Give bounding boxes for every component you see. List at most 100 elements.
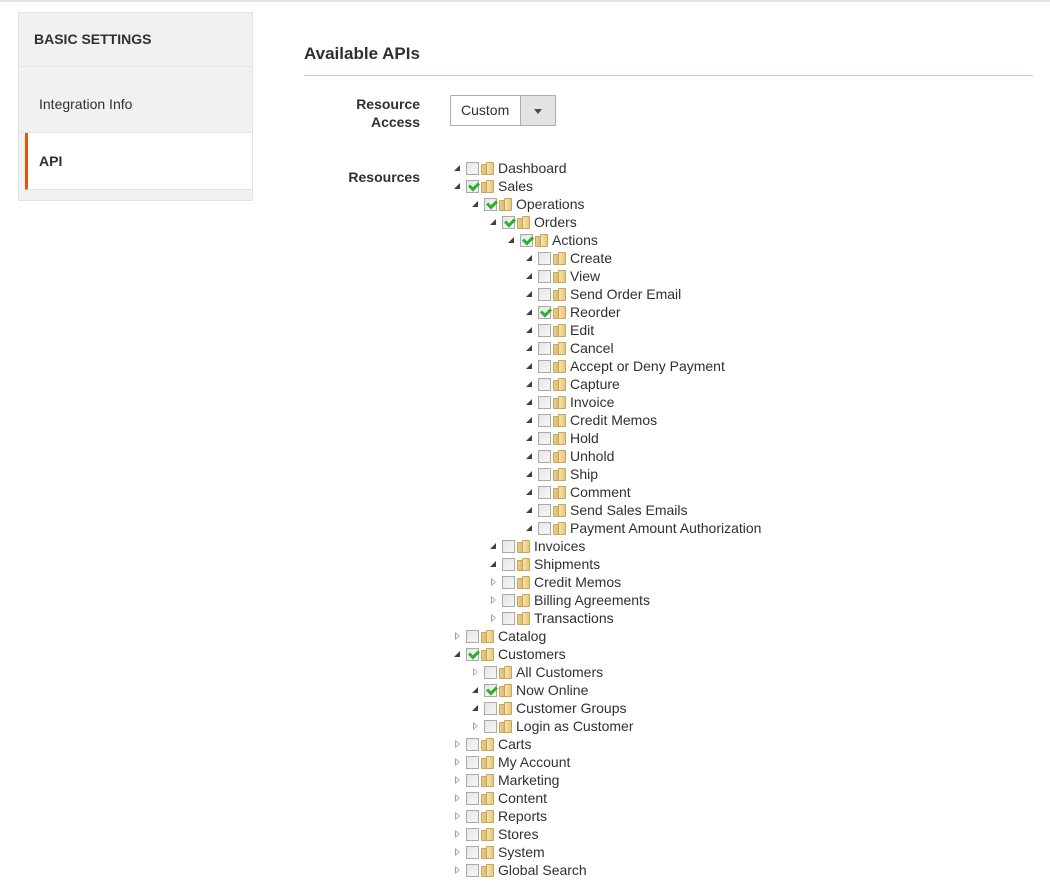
- tree-node-label[interactable]: Shipments: [534, 556, 600, 572]
- tree-node[interactable]: Sales: [453, 177, 533, 195]
- tree-node[interactable]: Ship: [525, 465, 598, 483]
- tree-node[interactable]: Billing Agreements: [489, 591, 650, 609]
- expand-arrow-icon[interactable]: [453, 793, 462, 803]
- tree-node-label[interactable]: Marketing: [498, 772, 559, 788]
- checkbox[interactable]: [502, 611, 515, 625]
- tree-node-label[interactable]: Payment Amount Authorization: [570, 520, 761, 536]
- tree-node-label[interactable]: Transactions: [534, 610, 614, 626]
- tree-node[interactable]: Credit Memos: [489, 573, 621, 591]
- tree-node[interactable]: Create: [525, 249, 612, 267]
- tree-node-label[interactable]: Now Online: [516, 682, 588, 698]
- checkbox[interactable]: [466, 755, 479, 769]
- tree-node[interactable]: Now Online: [471, 681, 588, 699]
- checkbox[interactable]: [466, 827, 479, 841]
- tree-node-label[interactable]: Send Sales Emails: [570, 502, 688, 518]
- checkbox-checked[interactable]: [538, 305, 551, 319]
- tree-node-label[interactable]: Catalog: [498, 628, 546, 644]
- expand-arrow-icon[interactable]: [453, 631, 462, 641]
- tree-node[interactable]: Edit: [525, 321, 594, 339]
- checkbox-checked[interactable]: [466, 647, 479, 661]
- expand-arrow-icon[interactable]: [489, 577, 498, 587]
- tree-node-label[interactable]: Customers: [498, 646, 566, 662]
- checkbox[interactable]: [538, 521, 551, 535]
- collapse-arrow-icon[interactable]: [525, 254, 534, 263]
- checkbox[interactable]: [466, 161, 479, 175]
- tree-node[interactable]: Invoice: [525, 393, 614, 411]
- tree-node-label[interactable]: Reorder: [570, 304, 621, 320]
- checkbox[interactable]: [538, 413, 551, 427]
- checkbox-checked[interactable]: [484, 197, 497, 211]
- tree-node-label[interactable]: Invoice: [570, 394, 614, 410]
- tree-node-label[interactable]: Send Order Email: [570, 286, 681, 302]
- tree-node-label[interactable]: Hold: [570, 430, 599, 446]
- collapse-arrow-icon[interactable]: [525, 452, 534, 461]
- collapse-arrow-icon[interactable]: [525, 326, 534, 335]
- tree-node[interactable]: Capture: [525, 375, 620, 393]
- tree-node[interactable]: Orders: [489, 213, 577, 231]
- tree-node[interactable]: Login as Customer: [471, 717, 634, 735]
- checkbox[interactable]: [502, 575, 515, 589]
- collapse-arrow-icon[interactable]: [525, 434, 534, 443]
- tree-node-label[interactable]: Content: [498, 790, 547, 806]
- tree-node-label[interactable]: Global Search: [498, 862, 587, 878]
- tree-node[interactable]: Customer Groups: [471, 699, 626, 717]
- tree-node-label[interactable]: Capture: [570, 376, 620, 392]
- expand-arrow-icon[interactable]: [453, 847, 462, 857]
- expand-arrow-icon[interactable]: [471, 667, 480, 677]
- tree-node-label[interactable]: Customer Groups: [516, 700, 626, 716]
- checkbox[interactable]: [502, 593, 515, 607]
- tree-node-label[interactable]: Credit Memos: [570, 412, 657, 428]
- checkbox[interactable]: [502, 557, 515, 571]
- collapse-arrow-icon[interactable]: [471, 704, 480, 713]
- tree-node-label[interactable]: Ship: [570, 466, 598, 482]
- sidebar-item-integration-info[interactable]: Integration Info: [19, 67, 252, 133]
- tree-node[interactable]: Carts: [453, 735, 531, 753]
- expand-arrow-icon[interactable]: [453, 757, 462, 767]
- tree-node-label[interactable]: Carts: [498, 736, 531, 752]
- collapse-arrow-icon[interactable]: [525, 470, 534, 479]
- checkbox[interactable]: [466, 845, 479, 859]
- checkbox[interactable]: [466, 737, 479, 751]
- expand-arrow-icon[interactable]: [453, 811, 462, 821]
- tree-node[interactable]: Operations: [471, 195, 584, 213]
- tree-node-label[interactable]: My Account: [498, 754, 570, 770]
- tree-node-label[interactable]: Sales: [498, 178, 533, 194]
- collapse-arrow-icon[interactable]: [453, 182, 462, 191]
- tree-node[interactable]: Credit Memos: [525, 411, 657, 429]
- collapse-arrow-icon[interactable]: [453, 164, 462, 173]
- tree-node-label[interactable]: Stores: [498, 826, 538, 842]
- tree-node[interactable]: Send Sales Emails: [525, 501, 688, 519]
- tree-node-label[interactable]: Cancel: [570, 340, 614, 356]
- checkbox-checked[interactable]: [484, 683, 497, 697]
- tree-node[interactable]: Unhold: [525, 447, 614, 465]
- checkbox[interactable]: [538, 395, 551, 409]
- tree-node[interactable]: Hold: [525, 429, 599, 447]
- checkbox[interactable]: [538, 359, 551, 373]
- tree-node-label[interactable]: Orders: [534, 214, 577, 230]
- tree-node[interactable]: Invoices: [489, 537, 585, 555]
- expand-arrow-icon[interactable]: [453, 829, 462, 839]
- expand-arrow-icon[interactable]: [489, 613, 498, 623]
- tree-node[interactable]: All Customers: [471, 663, 603, 681]
- checkbox[interactable]: [538, 323, 551, 337]
- collapse-arrow-icon[interactable]: [525, 362, 534, 371]
- tree-node-label[interactable]: All Customers: [516, 664, 603, 680]
- checkbox[interactable]: [466, 773, 479, 787]
- checkbox[interactable]: [466, 809, 479, 823]
- tree-node-label[interactable]: Unhold: [570, 448, 614, 464]
- tree-node[interactable]: Actions: [507, 231, 598, 249]
- collapse-arrow-icon[interactable]: [525, 308, 534, 317]
- tree-node[interactable]: System: [453, 843, 545, 861]
- collapse-arrow-icon[interactable]: [525, 290, 534, 299]
- tree-node-label[interactable]: Login as Customer: [516, 718, 634, 734]
- checkbox[interactable]: [538, 503, 551, 517]
- collapse-arrow-icon[interactable]: [525, 488, 534, 497]
- tree-node[interactable]: View: [525, 267, 600, 285]
- checkbox[interactable]: [538, 431, 551, 445]
- checkbox[interactable]: [538, 251, 551, 265]
- expand-arrow-icon[interactable]: [471, 721, 480, 731]
- tree-node-label[interactable]: Edit: [570, 322, 594, 338]
- tree-node[interactable]: Transactions: [489, 609, 614, 627]
- sidebar-item-api[interactable]: API: [25, 133, 252, 190]
- tree-node[interactable]: Send Order Email: [525, 285, 681, 303]
